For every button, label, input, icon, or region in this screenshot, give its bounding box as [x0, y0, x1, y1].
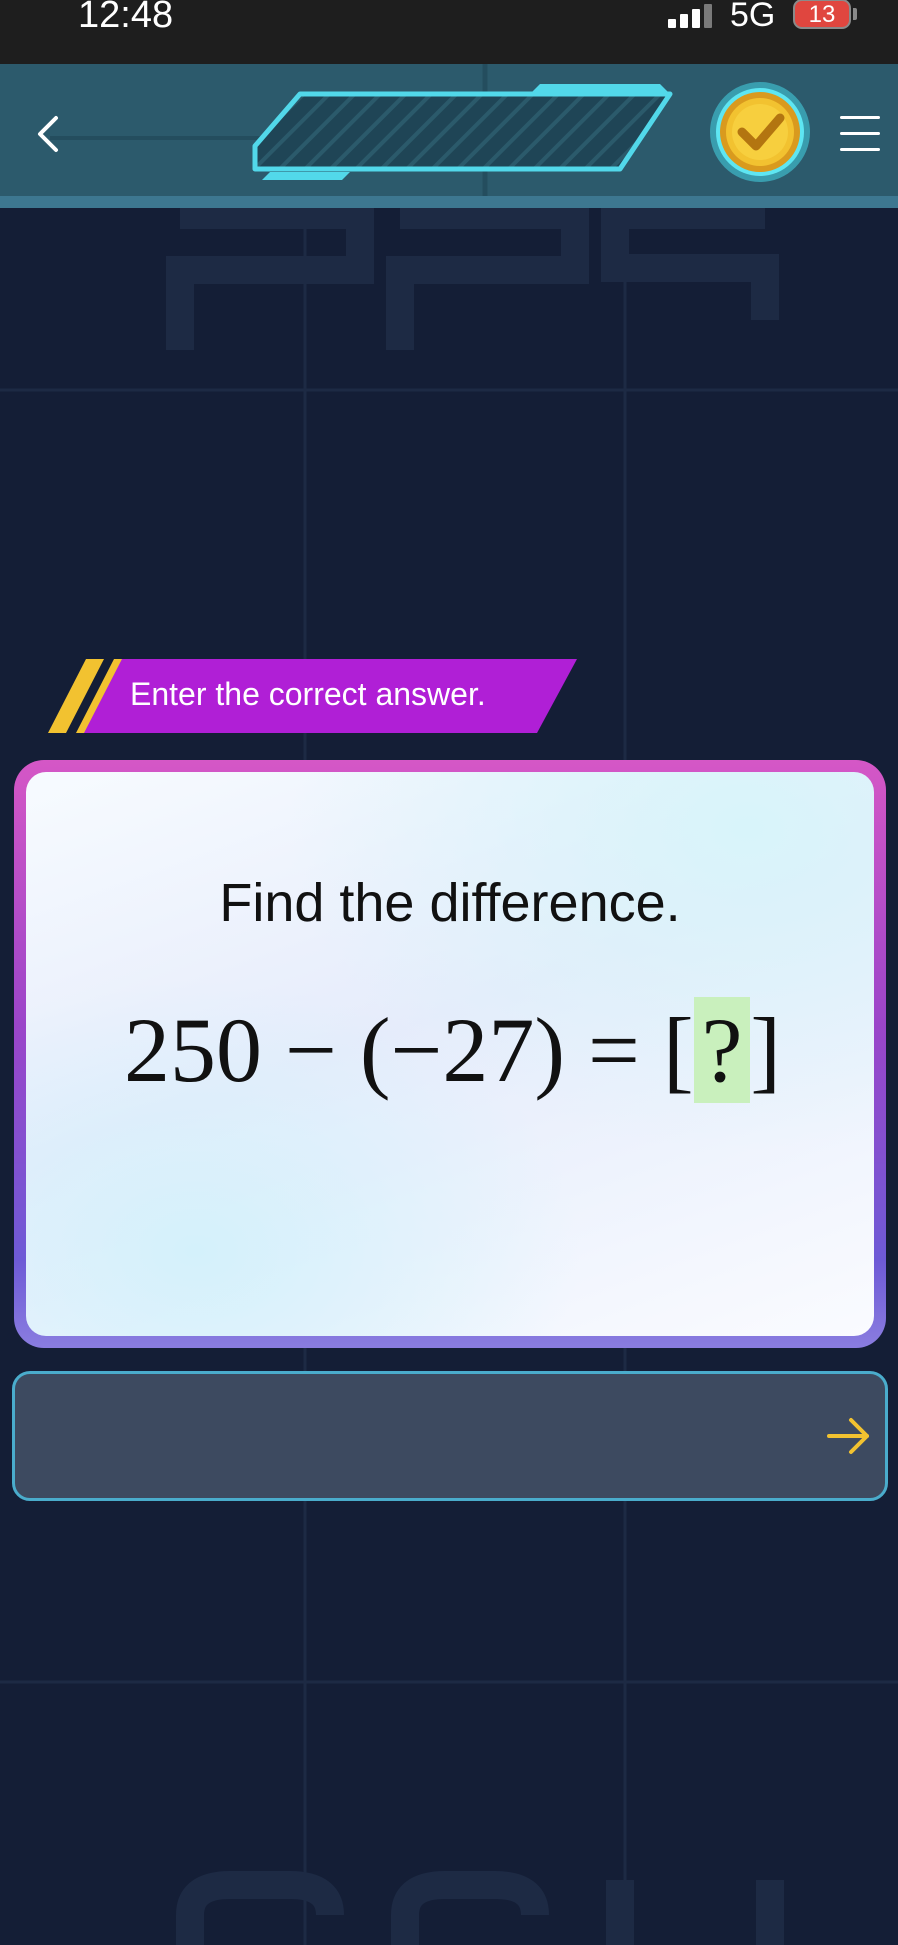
signal-icon: [668, 4, 712, 28]
battery-nub: [853, 8, 857, 20]
back-button[interactable]: [18, 104, 78, 164]
battery-level: 13: [808, 1, 836, 28]
hamburger-menu-icon: [840, 116, 880, 119]
equation-expression: 250 − (−27) =: [124, 999, 663, 1101]
answer-placeholder: ?: [693, 997, 751, 1103]
menu-button[interactable]: [836, 108, 884, 158]
top-nav-edge: [0, 196, 898, 208]
gold-check-coin-icon: [710, 82, 810, 182]
question-card-body: Find the difference. 250 − (−27) = [?]: [26, 772, 874, 1336]
answer-slot: [?]: [662, 997, 782, 1103]
question-prompt: Find the difference.: [219, 873, 681, 933]
equation: 250 − (−27) = [?]: [124, 997, 781, 1103]
network-label: 5G: [730, 0, 776, 34]
coin-button[interactable]: [708, 80, 812, 184]
answer-input-box: [12, 1371, 888, 1501]
chevron-left-icon: [38, 116, 58, 152]
submit-button[interactable]: [821, 1404, 877, 1468]
top-nav: [0, 64, 898, 206]
instruction-text: Enter the correct answer.: [130, 676, 486, 712]
status-bar: 12:48 5G 13: [0, 0, 898, 64]
arrow-right-icon: [827, 1418, 869, 1454]
status-time: 12:48: [78, 0, 174, 36]
battery-icon: 13: [793, 0, 851, 29]
question-card: Find the difference. 250 − (−27) = [?]: [14, 760, 886, 1348]
answer-input[interactable]: [35, 1394, 799, 1482]
